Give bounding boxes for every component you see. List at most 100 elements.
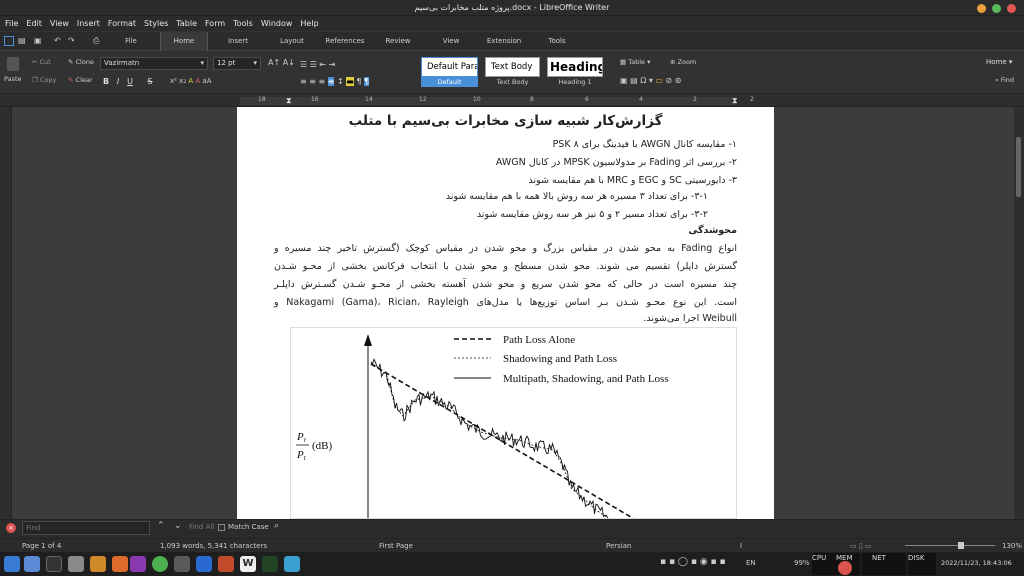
language[interactable]: Persian [606,539,631,553]
tab-extension[interactable]: Extension [484,32,524,51]
character-format-icons[interactable]: x² x₂ A A aA [170,77,212,85]
align-icons[interactable]: ≡ ≡ ≡ ≡ ↕ ▬ ¶ ¶ [300,77,370,86]
tab-references[interactable]: References [322,32,368,51]
zoom-slider-thumb[interactable] [958,542,964,549]
menu-form[interactable]: Form [201,16,229,31]
horizontal-ruler[interactable]: 18 16 14 12 10 8 6 4 2 2 ⧗ ⧗ [0,95,1024,107]
menu-table[interactable]: Table [172,16,201,31]
close-find-icon[interactable]: × [6,523,16,533]
view-layout-icons[interactable]: ▭ ▯ ▭ [850,539,872,553]
list-icons[interactable]: ☰ ☰ ⇤ ⇥ [300,60,335,69]
word-icon[interactable]: W [240,556,256,572]
copy-button[interactable]: ❐ Copy [32,75,56,85]
redo-icon[interactable]: ↷ [68,35,75,47]
maximize-button[interactable] [992,4,1001,13]
app-icon[interactable] [130,556,146,572]
ruler-number: 2 [750,96,754,103]
match-case-checkbox[interactable] [218,524,225,531]
clear-button[interactable]: ✎ Clear [68,75,93,85]
minimize-button[interactable] [977,4,986,13]
find-previous-icon[interactable]: ⌃ [157,521,165,531]
italic-button[interactable]: I [113,76,123,88]
style-text-body[interactable]: Text Body [485,57,540,77]
find-all-button[interactable]: Find All [189,523,214,531]
strikethrough-button[interactable]: S [145,76,155,88]
app-icon[interactable] [174,556,190,572]
fading-figure[interactable]: Path Loss Alone Shadowing and Path Loss … [290,327,737,519]
menu-window[interactable]: Window [257,16,297,31]
net-label: NET [872,554,886,562]
tab-tools[interactable]: Tools [538,32,576,51]
app-icon[interactable] [284,556,300,572]
zoom-slider[interactable] [905,545,995,546]
list-item: ۱- مقایسه کانال AWGN با فیدینگ برای PSK … [552,139,737,150]
font-name-select[interactable]: Vazirmatn ▾ [100,57,208,70]
style-default-paragraph[interactable]: Default Parag [421,57,478,77]
app-icon[interactable] [68,556,84,572]
word-count[interactable]: 1,093 words, 5,341 characters [160,539,267,553]
menu-format[interactable]: Format [104,16,140,31]
ruler-indent-marker[interactable]: ⧗ [732,96,738,106]
writer-icon[interactable] [196,556,212,572]
paste-icon[interactable] [7,57,19,71]
menu-view[interactable]: View [46,16,73,31]
chrome-icon[interactable] [152,556,168,572]
table-button[interactable]: ▦ Table ▾ [620,57,650,67]
insert-icons[interactable]: ▣ ▤ Ω ▾ ▭ ⊘ ⊛ [620,76,681,85]
find-button[interactable]: ⌕ Find [995,75,1014,85]
style-default-label: Default [421,77,478,87]
clock[interactable]: 2022/11/23, 18:43:06 [941,559,1012,567]
clone-button[interactable]: ✎ Clone [68,57,94,67]
font-size-select[interactable]: 12 pt ▾ [213,57,261,70]
ruler-indent-marker[interactable]: ⧗ [286,96,292,106]
menu-edit[interactable]: Edit [22,16,46,31]
find-next-icon[interactable]: ⌄ [174,521,182,531]
list-item: ۲- بررسی اثر Fading بر مدولاسیون MPSK در… [495,157,737,168]
paragraph-line: چند مسیره است در حالی که محو شدن سریع و … [274,279,737,290]
app-launcher-icon[interactable] [4,556,20,572]
scrollbar-thumb[interactable] [1016,137,1021,197]
tab-home[interactable]: Home [160,32,208,51]
y-axis-arrow-icon [364,334,372,346]
tab-view[interactable]: View [432,32,470,51]
terminal-icon[interactable] [46,556,62,572]
cut-button[interactable]: ✂ Cut [32,57,51,67]
print-icon[interactable]: ⎙ [93,35,99,47]
monitor-icon[interactable] [262,556,278,572]
paste-label[interactable]: Paste [4,74,22,84]
style-heading[interactable]: Heading [547,57,603,77]
menu-insert[interactable]: Insert [73,16,104,31]
zoom-level[interactable]: 130% [1002,539,1022,553]
menu-file[interactable]: File [0,16,22,31]
page-count[interactable]: Page 1 of 4 [22,539,61,553]
app-icon[interactable] [218,556,234,572]
search-icon[interactable]: ⌕ [274,521,279,531]
tab-review[interactable]: Review [378,32,418,51]
grow-font-icon[interactable]: A↑ A↓ [268,58,295,67]
app-icon[interactable] [112,556,128,572]
new-document-icon[interactable]: ▤ [18,35,26,47]
zoom-button[interactable]: ⊕ Zoom [670,57,696,67]
menu-styles[interactable]: Styles [140,16,172,31]
vertical-scrollbar[interactable] [1014,107,1024,519]
home-select[interactable]: Home ▾ [983,57,1019,70]
tab-file[interactable]: File [112,32,150,51]
file-manager-icon[interactable] [24,556,40,572]
underline-button[interactable]: U [125,76,135,88]
menu-help[interactable]: Help [296,16,322,31]
bold-button[interactable]: B [101,76,111,88]
find-input[interactable] [22,521,150,535]
battery-level: 99% [794,559,810,567]
close-button[interactable] [1007,4,1016,13]
undo-icon[interactable]: ↶ [54,35,61,47]
sidebar-toggle-icon[interactable] [4,36,14,46]
language-indicator[interactable]: EN [746,559,756,567]
tab-layout[interactable]: Layout [270,32,314,51]
save-icon[interactable]: ▣ [34,35,42,47]
menu-tools[interactable]: Tools [229,16,257,31]
tab-insert[interactable]: Insert [216,32,260,51]
page-style[interactable]: First Page [379,539,413,553]
tray-icons[interactable]: ▪ ▪ ◯ ▪ ◉ ▪ ▪ [660,557,726,567]
app-icon[interactable] [90,556,106,572]
ruler-number: 8 [530,96,534,103]
